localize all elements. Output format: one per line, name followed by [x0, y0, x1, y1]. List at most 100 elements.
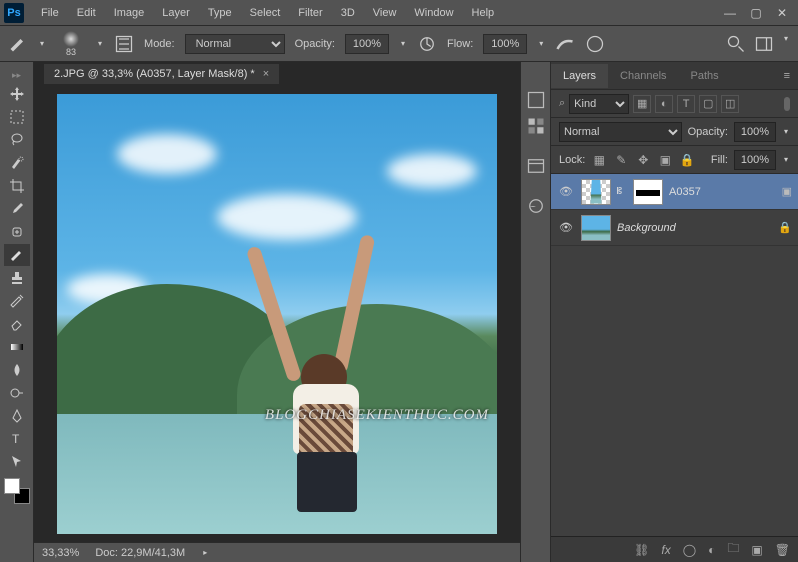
new-group-icon[interactable]: 🗀	[727, 539, 739, 560]
layer-fx-icon[interactable]: fx	[661, 543, 670, 557]
filter-adjust-icon[interactable]: ◐	[655, 95, 673, 113]
filter-type-icon[interactable]: T	[677, 95, 695, 113]
gradient-tool[interactable]	[4, 336, 30, 358]
adjustment-layer-icon[interactable]: ◐	[708, 543, 715, 557]
lock-artboard-icon[interactable]: ▣	[657, 152, 673, 168]
new-layer-icon[interactable]: ▣	[751, 543, 762, 557]
filter-kind-select[interactable]: Kind	[569, 94, 629, 114]
status-menu-caret[interactable]: ▸	[201, 548, 209, 557]
menu-3d[interactable]: 3D	[332, 3, 364, 23]
layer-opacity-caret[interactable]: ▾	[782, 127, 790, 136]
visibility-toggle[interactable]: 👁	[557, 185, 575, 198]
tool-preset-icon[interactable]	[8, 34, 28, 54]
menu-window[interactable]: Window	[405, 3, 462, 23]
airbrush-icon[interactable]	[555, 34, 575, 54]
crop-tool[interactable]	[4, 175, 30, 197]
delete-layer-icon[interactable]: 🗑	[775, 543, 790, 557]
brush-tool[interactable]	[4, 244, 30, 266]
workspace-icon[interactable]	[754, 34, 774, 54]
blend-mode-select[interactable]: Normal	[185, 34, 285, 54]
menu-filter[interactable]: Filter	[289, 3, 331, 23]
lock-position-icon[interactable]: ✥	[635, 152, 651, 168]
mask-link-icon[interactable]: 𝄡	[617, 186, 627, 197]
brush-panel-toggle-icon[interactable]	[114, 34, 134, 54]
layer-fill-input[interactable]	[734, 150, 776, 170]
library-panel-icon[interactable]	[526, 156, 546, 176]
menu-image[interactable]: Image	[105, 3, 154, 23]
layer-name[interactable]: A0357	[669, 186, 701, 198]
add-mask-icon[interactable]: ◯	[683, 543, 696, 557]
lasso-tool[interactable]	[4, 129, 30, 151]
close-button[interactable]: ✕	[770, 4, 794, 22]
document-tab-title: 2.JPG @ 33,3% (A0357, Layer Mask/8) *	[54, 68, 255, 80]
opacity-input[interactable]	[345, 34, 389, 54]
mask-thumbnail[interactable]	[633, 179, 663, 205]
layer-name[interactable]: Background	[617, 222, 676, 234]
layer-blend-select[interactable]: Normal	[559, 122, 682, 142]
workspace-caret[interactable]: ▾	[782, 34, 790, 54]
pressure-size-icon[interactable]	[585, 34, 605, 54]
color-swatches[interactable]	[4, 478, 30, 504]
lock-all-icon[interactable]: 🔒	[679, 152, 695, 168]
color-panel-icon[interactable]	[526, 90, 546, 110]
tab-layers[interactable]: Layers	[551, 64, 608, 88]
layer-row[interactable]: 👁 𝄡 A0357 ▣	[551, 174, 798, 210]
canvas[interactable]: BLOGCHIASEKIENTHUC.COM	[57, 94, 497, 534]
pen-tool[interactable]	[4, 405, 30, 427]
layer-extras-icon[interactable]: ▣	[782, 185, 792, 198]
layer-thumbnail[interactable]	[581, 215, 611, 241]
eyedropper-tool[interactable]	[4, 198, 30, 220]
menu-help[interactable]: Help	[463, 3, 504, 23]
history-brush-tool[interactable]	[4, 290, 30, 312]
brush-preview[interactable]: 83	[56, 29, 86, 59]
menu-file[interactable]: File	[32, 3, 68, 23]
opacity-caret[interactable]: ▾	[399, 39, 407, 48]
toolbox-expand-icon[interactable]: ▸▸	[0, 68, 33, 82]
flow-input[interactable]	[483, 34, 527, 54]
layer-opacity-input[interactable]	[734, 122, 776, 142]
lock-transparent-icon[interactable]: ▦	[591, 152, 607, 168]
filter-pixel-icon[interactable]: ▦	[633, 95, 651, 113]
tab-paths[interactable]: Paths	[679, 64, 731, 88]
dodge-tool[interactable]	[4, 382, 30, 404]
layer-row[interactable]: 👁 Background 🔒	[551, 210, 798, 246]
adjustments-panel-icon[interactable]	[526, 196, 546, 216]
path-select-tool[interactable]	[4, 451, 30, 473]
zoom-level[interactable]: 33,33%	[42, 547, 79, 559]
visibility-toggle[interactable]: 👁	[557, 221, 575, 234]
minimize-button[interactable]: —	[718, 4, 742, 22]
lock-pixels-icon[interactable]: ✎	[613, 152, 629, 168]
maximize-button[interactable]: ▢	[744, 4, 768, 22]
menu-layer[interactable]: Layer	[153, 3, 199, 23]
quick-select-tool[interactable]	[4, 152, 30, 174]
swatches-panel-icon[interactable]	[526, 116, 546, 136]
pressure-opacity-icon[interactable]	[417, 34, 437, 54]
filter-shape-icon[interactable]: ▢	[699, 95, 717, 113]
lock-icon: 🔒	[778, 221, 792, 234]
menu-select[interactable]: Select	[241, 3, 290, 23]
menu-view[interactable]: View	[364, 3, 406, 23]
menu-edit[interactable]: Edit	[68, 3, 105, 23]
filter-smart-icon[interactable]: ◫	[721, 95, 739, 113]
brush-caret[interactable]: ▾	[96, 39, 104, 48]
search-icon[interactable]	[726, 34, 746, 54]
layer-fill-caret[interactable]: ▾	[782, 155, 790, 164]
layer-thumbnail[interactable]	[581, 179, 611, 205]
tab-channels[interactable]: Channels	[608, 64, 678, 88]
filter-toggle[interactable]	[784, 97, 790, 111]
panel-menu-icon[interactable]: ≡	[776, 70, 798, 82]
document-tab[interactable]: 2.JPG @ 33,3% (A0357, Layer Mask/8) * ×	[44, 64, 279, 84]
marquee-tool[interactable]	[4, 106, 30, 128]
link-layers-icon[interactable]: ⛓	[634, 543, 649, 557]
tab-close-icon[interactable]: ×	[263, 68, 269, 80]
tool-preset-caret[interactable]: ▾	[38, 39, 46, 48]
menu-type[interactable]: Type	[199, 3, 241, 23]
foreground-color[interactable]	[4, 478, 20, 494]
move-tool[interactable]	[4, 83, 30, 105]
healing-tool[interactable]	[4, 221, 30, 243]
flow-caret[interactable]: ▾	[537, 39, 545, 48]
type-tool[interactable]: T	[4, 428, 30, 450]
stamp-tool[interactable]	[4, 267, 30, 289]
eraser-tool[interactable]	[4, 313, 30, 335]
blur-tool[interactable]	[4, 359, 30, 381]
